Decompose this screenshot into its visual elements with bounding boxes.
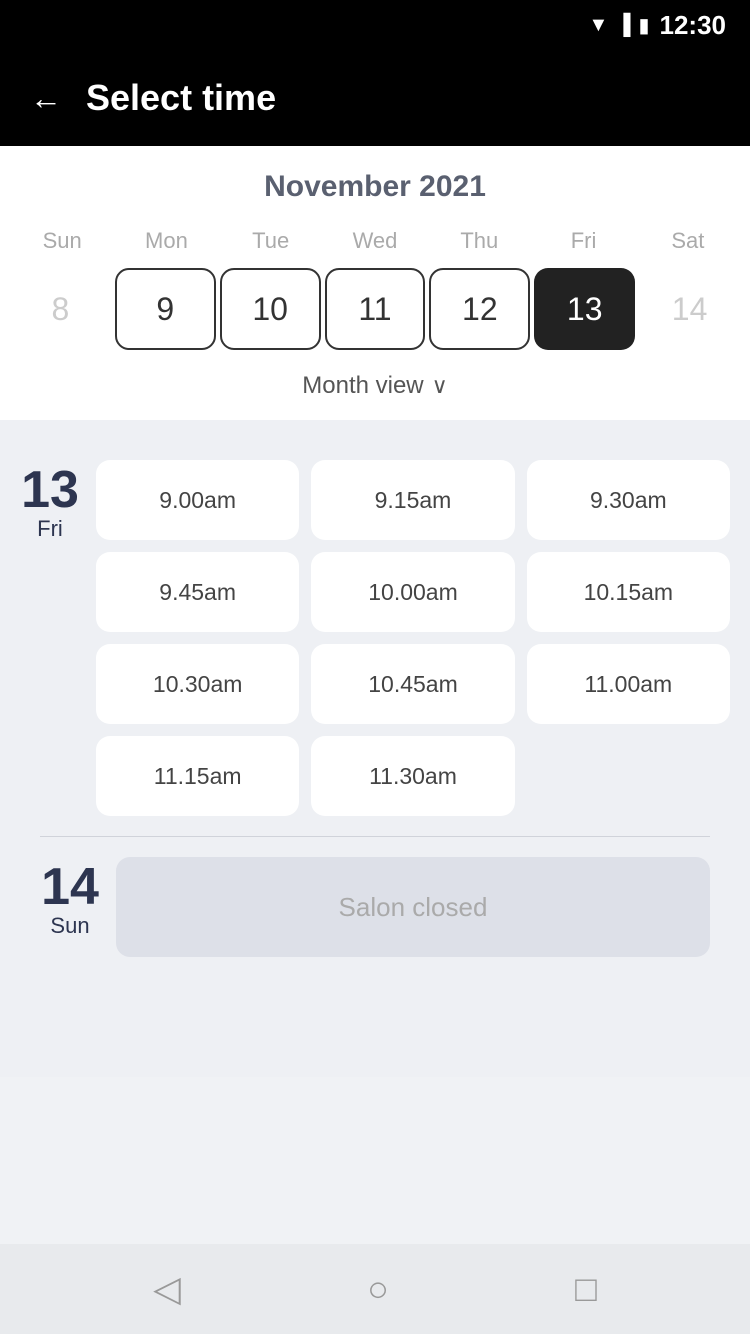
month-view-label: Month view [302, 372, 423, 400]
date-row: 8 9 10 11 12 13 14 [0, 260, 750, 358]
header: ← Select time [0, 50, 750, 146]
weekday-wed: Wed [323, 222, 427, 260]
wifi-icon: ▼ [589, 14, 609, 37]
chevron-down-icon: ∨ [432, 373, 448, 399]
day-block-13: 13 Fri 9.00am 9.15am 9.30am 9.45am 10.00… [20, 440, 730, 836]
signal-icon: ▐ [616, 14, 630, 37]
time-slot-1045[interactable]: 10.45am [311, 644, 514, 724]
day-block-14: 14 Sun Salon closed [20, 837, 730, 977]
date-cell-13[interactable]: 13 [534, 268, 635, 350]
time-slot-945[interactable]: 9.45am [96, 552, 299, 632]
month-view-toggle[interactable]: Month view ∨ [0, 358, 750, 420]
salon-closed-panel: Salon closed [116, 857, 710, 957]
weekday-mon: Mon [114, 222, 218, 260]
time-slot-915[interactable]: 9.15am [311, 460, 514, 540]
weekday-fri: Fri [531, 222, 635, 260]
day-label-13: 13 Fri [20, 460, 80, 816]
slots-section: 13 Fri 9.00am 9.15am 9.30am 9.45am 10.00… [0, 420, 750, 1077]
bottom-nav: ◁ ○ □ [0, 1244, 750, 1334]
time-slot-900[interactable]: 9.00am [96, 460, 299, 540]
weekday-row: Sun Mon Tue Wed Thu Fri Sat [0, 222, 750, 260]
time-slot-1030[interactable]: 10.30am [96, 644, 299, 724]
date-cell-12[interactable]: 12 [429, 268, 530, 350]
weekday-sat: Sat [636, 222, 740, 260]
status-bar: ▼ ▐ ▮ 12:30 [0, 0, 750, 50]
nav-recent-icon[interactable]: □ [575, 1268, 597, 1310]
month-year-label: November 2021 [0, 170, 750, 204]
nav-home-icon[interactable]: ○ [367, 1268, 389, 1310]
weekday-tue: Tue [219, 222, 323, 260]
date-cell-8[interactable]: 8 [10, 268, 111, 350]
date-cell-14[interactable]: 14 [639, 268, 740, 350]
time-slot-930[interactable]: 9.30am [527, 460, 730, 540]
page-title: Select time [86, 77, 276, 119]
day-name-14: Sun [50, 913, 89, 939]
day-number-13: 13 [21, 464, 79, 516]
nav-back-icon[interactable]: ◁ [153, 1268, 181, 1310]
bottom-spacer [20, 977, 730, 1077]
date-cell-10[interactable]: 10 [220, 268, 321, 350]
day-number-14: 14 [41, 861, 99, 913]
date-cell-9[interactable]: 9 [115, 268, 216, 350]
date-cell-11[interactable]: 11 [325, 268, 426, 350]
salon-closed-text: Salon closed [339, 892, 488, 923]
status-time: 12:30 [660, 10, 727, 41]
time-slot-1015[interactable]: 10.15am [527, 552, 730, 632]
time-slot-1130[interactable]: 11.30am [311, 736, 514, 816]
weekday-sun: Sun [10, 222, 114, 260]
time-slot-1000[interactable]: 10.00am [311, 552, 514, 632]
day-label-14: 14 Sun [40, 857, 100, 957]
time-slot-1115[interactable]: 11.15am [96, 736, 299, 816]
status-icons: ▼ ▐ ▮ [589, 13, 650, 38]
time-slot-1100[interactable]: 11.00am [527, 644, 730, 724]
battery-icon: ▮ [638, 13, 649, 38]
day-name-13: Fri [37, 516, 63, 542]
weekday-thu: Thu [427, 222, 531, 260]
slots-grid-13: 9.00am 9.15am 9.30am 9.45am 10.00am 10.1… [96, 460, 730, 816]
calendar-section: November 2021 Sun Mon Tue Wed Thu Fri Sa… [0, 146, 750, 420]
back-button[interactable]: ← [30, 80, 62, 117]
